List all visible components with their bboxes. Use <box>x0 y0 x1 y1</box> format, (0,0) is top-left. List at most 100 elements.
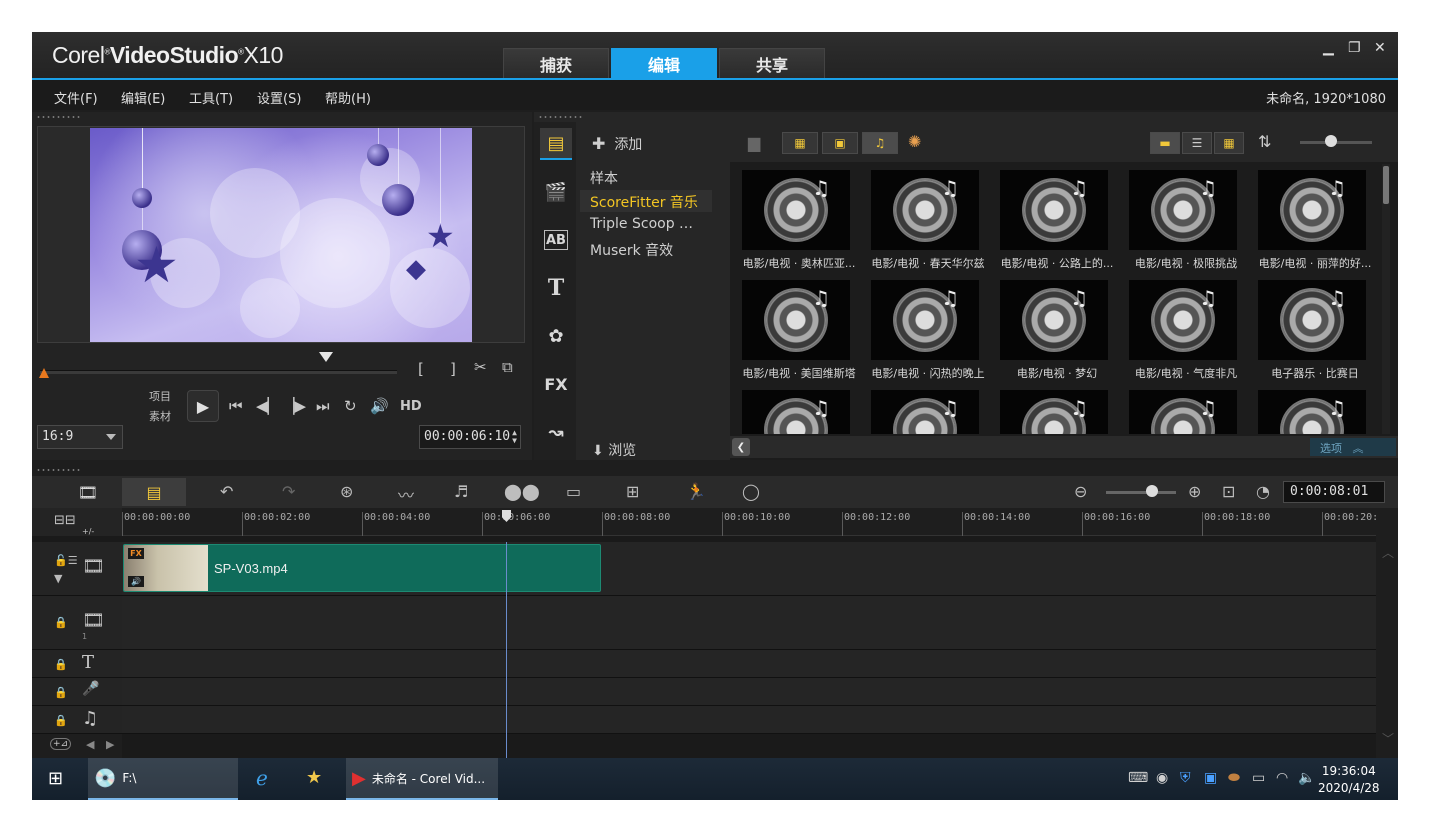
panel-grip[interactable] <box>36 115 82 119</box>
instant-project-icon[interactable]: 🎬 <box>540 176 572 208</box>
library-scrollbar[interactable] <box>1382 164 1390 434</box>
view-grid-button[interactable]: ▦ <box>1214 132 1244 154</box>
chevron-left-icon[interactable]: ❮ <box>732 438 750 456</box>
add-track-icon[interactable]: +⊿ <box>50 738 72 750</box>
chevron-up-icon[interactable]: ︿ <box>1382 544 1394 561</box>
overlay-track[interactable] <box>122 596 1376 650</box>
lock-icon[interactable]: 🔒 <box>54 658 68 671</box>
tray-window-icon[interactable]: ▣ <box>1204 770 1217 786</box>
timeline-zoom-track[interactable] <box>1106 491 1176 494</box>
title-track-icon[interactable]: T <box>82 652 94 673</box>
track-manager-icon[interactable]: ⊟⊟ <box>54 513 76 528</box>
menu-settings[interactable]: 设置(S) <box>257 88 301 107</box>
record-capture-icon[interactable]: ⊛ <box>340 482 353 501</box>
menu-edit[interactable]: 编辑(E) <box>121 88 165 107</box>
lock-icon[interactable]: 🔒 <box>54 714 68 727</box>
panel-grip[interactable] <box>538 115 584 119</box>
lock-icon[interactable]: 🔒 <box>54 686 68 699</box>
mark-out-button[interactable]: ] <box>450 360 456 378</box>
next-frame-icon[interactable]: ▕▶ <box>283 397 306 415</box>
track-all-icon[interactable]: 🔓☰ <box>54 554 78 567</box>
add-folder-button[interactable]: ✚ 添加 <box>592 134 642 154</box>
scroll-left-icon[interactable]: ◀ <box>86 738 94 751</box>
taskbar-explorer[interactable]: 💿 F:\ <box>88 758 238 800</box>
video-clip[interactable]: FX 🔊 SP-V03.mp4 <box>123 544 601 592</box>
thumb-zoom-slider[interactable] <box>1325 135 1337 147</box>
sort-effects-icon[interactable]: ✺ <box>908 132 921 151</box>
tab-edit[interactable]: 编辑 <box>611 48 717 78</box>
scrub-handle[interactable] <box>319 352 333 362</box>
audio-thumbnail[interactable]: ♫ 电影/电视 · 美国维斯塔 <box>736 274 862 384</box>
audio-thumbnail[interactable]: ♫ 电影/电视 · 梦幻 <box>994 274 1120 384</box>
lock-icon[interactable]: 🔒 <box>54 616 68 629</box>
menu-tools[interactable]: 工具(T) <box>189 88 233 107</box>
system-clock[interactable]: 19:36:04 2020/4/28 <box>1318 763 1380 797</box>
internet-explorer-icon[interactable]: ℯ <box>256 766 268 790</box>
mask-creator-icon[interactable]: ◯ <box>742 482 760 501</box>
audio-thumbnail[interactable]: ♫ 电影/电视 · 丽萍的好... <box>1252 164 1378 274</box>
taskbar-videostudio[interactable]: ▶ 未命名 - Corel Vid... <box>346 758 498 800</box>
chevron-down-icon[interactable]: ﹀ <box>1382 730 1394 747</box>
mark-in-marker[interactable] <box>39 368 49 378</box>
show-audio-button[interactable]: ♫ <box>862 132 898 154</box>
options-button[interactable]: 选项 ︽ <box>1310 438 1396 456</box>
show-videos-button[interactable]: ▦ <box>782 132 818 154</box>
redo-icon[interactable]: ↷ <box>282 482 295 501</box>
speaker-icon[interactable]: 🔈 <box>1298 770 1315 786</box>
track-add-label[interactable]: +/- <box>82 527 94 536</box>
keyboard-icon[interactable]: ⌨ <box>1128 770 1148 786</box>
overlay-track-icon[interactable]: 🎞 <box>82 610 105 631</box>
menu-help[interactable]: 帮助(H) <box>325 88 371 107</box>
folder-samples[interactable]: 样本 <box>580 166 712 188</box>
battery-icon[interactable]: ▭ <box>1252 770 1265 786</box>
hd-preview-button[interactable]: HD <box>400 399 422 414</box>
timecode-spinner-icon[interactable]: ▲ ▼ <box>512 429 517 445</box>
transition-icon[interactable]: AB <box>544 230 568 250</box>
view-list-button[interactable]: ☰ <box>1182 132 1212 154</box>
folder-muserk[interactable]: Muserk 音效 <box>580 238 712 260</box>
audio-thumbnail[interactable]: ♫ 电影/电视 · 春天华尔兹 <box>865 164 991 274</box>
close-icon[interactable]: ✕ <box>1374 40 1386 56</box>
tab-capture[interactable]: 捕获 <box>503 48 609 78</box>
motion-tracking-icon[interactable]: ⬤⬤ <box>504 482 540 501</box>
zoom-out-icon[interactable]: ⊖ <box>1074 482 1087 501</box>
project-mode-label[interactable]: 项目 <box>149 388 171 404</box>
voice-track-icon[interactable]: 🎤 <box>82 681 99 697</box>
timecode-field[interactable]: 00:00:06:10 ▲ ▼ <box>419 425 521 449</box>
home-icon[interactable]: ⏮ <box>229 397 243 415</box>
audio-thumbnail[interactable]: ♫ <box>1252 384 1378 434</box>
tray-disk-icon[interactable]: ⬬ <box>1228 770 1240 786</box>
audio-thumbnail[interactable]: ♫ 电影/电视 · 闪热的晚上 <box>865 274 991 384</box>
folder-scorefitter[interactable]: ScoreFitter 音乐 <box>580 190 712 212</box>
multi-camera-icon[interactable]: ⊞ <box>626 482 639 501</box>
media-library-icon[interactable]: ▤ <box>540 128 572 160</box>
audio-thumbnail[interactable]: ♫ <box>994 384 1120 434</box>
video-track[interactable]: FX 🔊 SP-V03.mp4 <box>122 542 1376 596</box>
audio-thumbnail[interactable]: ♫ <box>736 384 862 434</box>
music-track[interactable] <box>122 706 1376 734</box>
favorites-star-icon[interactable]: ★ <box>306 767 322 788</box>
security-shield-icon[interactable]: ⛨ <box>1180 770 1191 786</box>
folder-icon[interactable]: ▆ <box>748 133 760 152</box>
auto-music-icon[interactable]: ♬ <box>454 482 468 501</box>
fit-project-icon[interactable]: ⊡ <box>1222 482 1235 501</box>
menu-file[interactable]: 文件(F) <box>54 88 98 107</box>
timeline-scrollbar[interactable]: ︿ ﹀ <box>1376 508 1398 758</box>
split-clip-icon[interactable]: ✂ <box>474 358 487 376</box>
audio-thumbnail[interactable]: ♫ 电影/电视 · 气度非凡 <box>1123 274 1249 384</box>
clip-mode-label[interactable]: 素材 <box>149 408 171 424</box>
end-icon[interactable]: ⏭ <box>316 397 330 415</box>
audio-thumbnail[interactable]: ♫ <box>1123 384 1249 434</box>
minimize-icon[interactable]: ▁ <box>1323 40 1334 56</box>
view-large-button[interactable]: ▬ <box>1150 132 1180 154</box>
browse-button[interactable]: ⬇ 浏览 <box>592 440 636 460</box>
title-icon[interactable]: T <box>540 272 572 304</box>
scroll-right-icon[interactable]: ▶ <box>106 738 114 751</box>
graphics-icon[interactable]: ✿ <box>540 320 572 352</box>
path-icon[interactable]: ↝ <box>540 416 572 448</box>
play-button[interactable]: ▶ <box>187 390 219 422</box>
tray-app-icon[interactable]: ◉ <box>1156 770 1168 786</box>
aspect-ratio-select[interactable]: 16:9 <box>37 425 123 449</box>
mark-in-button[interactable]: [ <box>418 360 424 378</box>
title-track[interactable] <box>122 650 1376 678</box>
